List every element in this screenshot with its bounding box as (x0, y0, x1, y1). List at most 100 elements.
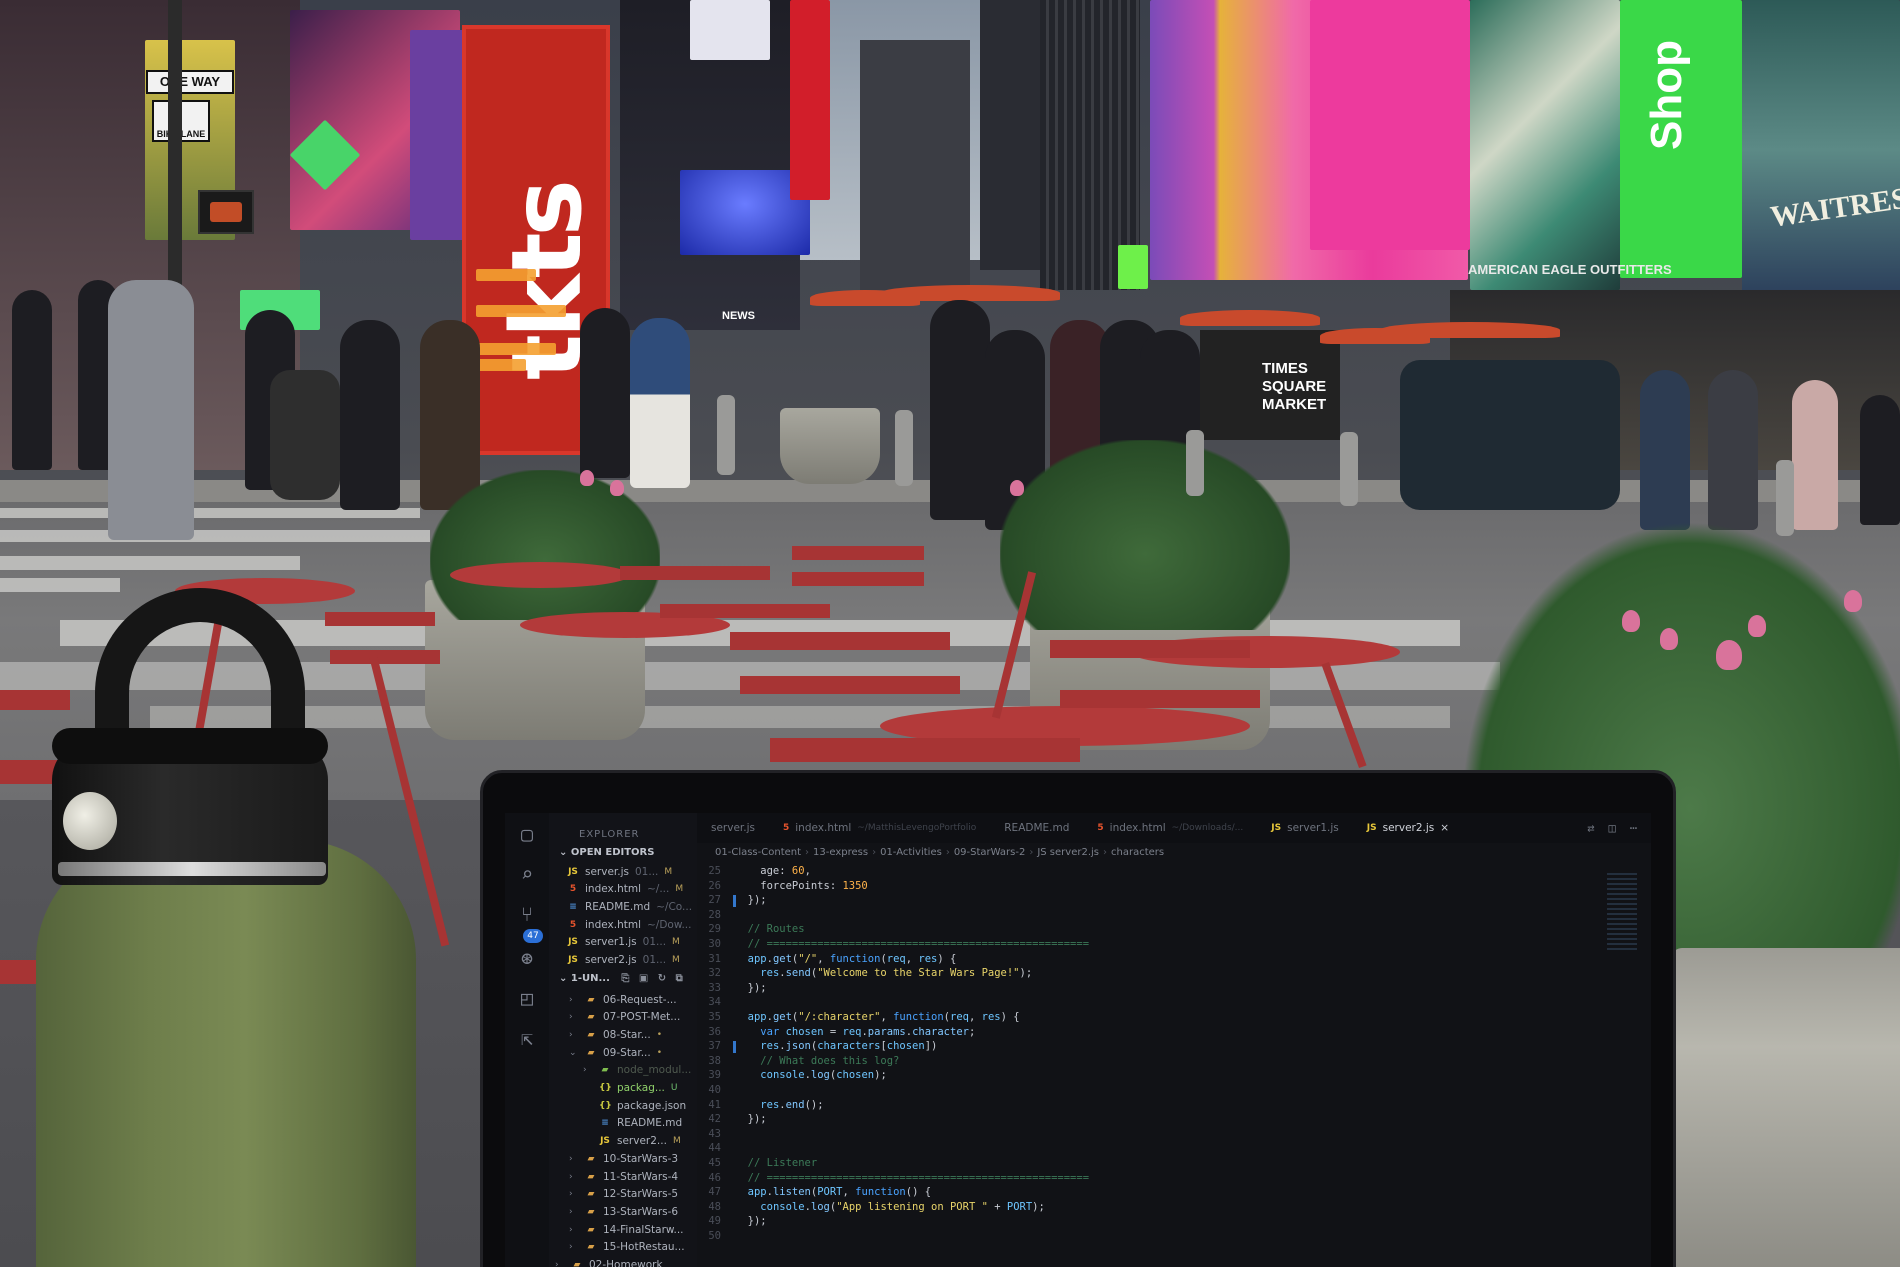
folder-item[interactable]: › ▰ 08-Star... • (569, 1026, 662, 1043)
code-line[interactable]: 40 (697, 1084, 735, 1098)
code-line[interactable]: 39 console.log(chosen); (697, 1069, 886, 1083)
code-line[interactable]: 34 (697, 996, 735, 1010)
folder-item[interactable]: › ▰ 13-StarWars-6 (569, 1203, 684, 1220)
file-item[interactable]: JS server2... M (583, 1133, 681, 1150)
code-line[interactable]: 48 console.log("App listening on PORT " … (697, 1200, 1045, 1215)
minimap[interactable] (1607, 873, 1637, 953)
stroller (270, 370, 340, 500)
chevron-icon: › (569, 1029, 573, 1040)
code-line[interactable]: 50 (697, 1230, 735, 1244)
code-line[interactable]: 35 app.get("/:character", function(req, … (697, 1011, 1019, 1025)
folder-item[interactable]: › ▰ 02-Homework (555, 1257, 669, 1267)
open-editor-item[interactable]: 5 index.html ~/... M (567, 881, 683, 898)
led-ticker (476, 359, 526, 371)
code-text: app.get("/", function(req, res) { (747, 952, 957, 965)
open-editor-item[interactable]: 5 index.html ~/Dow... (567, 916, 697, 933)
search-icon[interactable]: ⌕ (514, 861, 540, 887)
open-editors-header[interactable]: ⌄ OPEN EDITORS (559, 847, 654, 858)
breadcrumb-item[interactable]: 01-Activities (880, 847, 942, 858)
folder-icon: ▰ (587, 1224, 595, 1235)
folder-item[interactable]: › ▰ 12-StarWars-5 (569, 1186, 684, 1203)
code-line[interactable]: 41 res.end(); (697, 1099, 823, 1113)
folder-item[interactable]: › ▰ 10-StarWars-3 (569, 1150, 684, 1167)
close-icon[interactable]: × (1440, 822, 1449, 834)
remote-explorer-icon[interactable]: ⇱ (514, 1025, 540, 1051)
open-editor-item[interactable]: JS server.js 01... M (567, 863, 672, 880)
editor-tab[interactable]: 5 index.html ~/Downloads/... (1083, 822, 1257, 834)
file-item[interactable]: ≡ README.md (583, 1115, 688, 1132)
breadcrumb-item[interactable]: JS server2.js (1037, 847, 1099, 858)
line-number: 35 (708, 1011, 721, 1023)
folder-item[interactable]: › ▰ 15-HotRestau... (569, 1239, 691, 1256)
folder-icon: ▰ (573, 1260, 581, 1267)
breadcrumb-item[interactable]: 13-express (813, 847, 868, 858)
code-line[interactable]: 28 (697, 909, 735, 923)
file-item[interactable]: › ▰ node_modul... (583, 1062, 697, 1079)
code-line[interactable]: 32 res.send("Welcome to the Star Wars Pa… (697, 967, 1032, 981)
code-line[interactable]: 42 }); (697, 1113, 766, 1127)
chevron-icon: › (569, 1153, 573, 1164)
split-editor-icon[interactable]: ◫ (1609, 821, 1616, 835)
times-square-market-sign: TIMES SQUARE MARKET (1262, 360, 1327, 413)
open-editor-item[interactable]: JS server1.js 01... M (567, 934, 680, 951)
code-editor[interactable]: 25 age: 60, 26 forcePoints: 1350 27 }); 28 2… (697, 865, 1591, 1267)
code-line[interactable]: 49 }); (697, 1215, 766, 1229)
new-file-icon[interactable]: ⎘ (621, 973, 629, 984)
more-actions-icon[interactable]: ⋯ (1630, 821, 1637, 835)
refresh-icon[interactable]: ↻ (658, 973, 666, 984)
bollard (717, 395, 735, 475)
breadcrumb-item[interactable]: characters (1111, 847, 1164, 858)
open-editor-item[interactable]: JS server2.js 01... M (567, 952, 680, 969)
folder-icon: ▰ (587, 994, 595, 1005)
files-icon[interactable]: ▢ (514, 821, 540, 847)
code-line[interactable]: 38 // What does this log? (697, 1055, 899, 1069)
code-line[interactable]: 29 // Routes (697, 923, 804, 937)
code-line[interactable]: 47 app.listen(PORT, function() { (697, 1186, 931, 1200)
umbrella (880, 285, 1060, 301)
code-line[interactable]: 33 }); (697, 982, 766, 996)
new-folder-icon[interactable]: ▣ (639, 973, 648, 984)
editor-tab[interactable]: JS server1.js (1257, 822, 1353, 834)
code-line[interactable]: 27 }); (697, 894, 766, 908)
compare-icon[interactable]: ⇄ (1587, 821, 1594, 835)
code-text: console.log("App listening on PORT " + P… (760, 1200, 1045, 1213)
code-line[interactable]: 36 var chosen = req.params.character; (697, 1026, 975, 1040)
american-eagle-sign: AMERICAN EAGLE OUTFITTERS (1468, 262, 1672, 277)
file-path: 01... (642, 954, 667, 966)
code-line[interactable]: 31 app.get("/", function(req, res) { (697, 953, 956, 967)
collapse-icon[interactable]: ⧉ (676, 973, 683, 984)
breadcrumb-item[interactable]: 09-StarWars-2 (954, 847, 1026, 858)
breadcrumb-separator-icon: › (1103, 847, 1107, 858)
breadcrumb-item[interactable]: 01-Class-Content (715, 847, 801, 858)
open-editor-item[interactable]: ≡ README.md ~/Co... (567, 898, 698, 915)
code-line[interactable]: 25 age: 60, (697, 865, 811, 879)
code-line[interactable]: 30 // ==================================… (697, 938, 1089, 952)
debug-icon[interactable]: ⊛ (514, 945, 540, 971)
workspace-header[interactable]: ⌄ 1-UN... ⎘ ▣ ↻ ⧉ (559, 973, 683, 984)
code-line[interactable]: 46 // ==================================… (697, 1172, 1089, 1186)
folder-item[interactable]: ⌄ ▰ 09-Star... • (569, 1044, 662, 1061)
code-line[interactable]: 43 (697, 1128, 735, 1142)
line-number: 47 (708, 1186, 721, 1199)
chair-back (792, 572, 924, 586)
code-line[interactable]: 45 // Listener (697, 1157, 817, 1171)
folder-item[interactable]: › ▰ 07-POST-Met... (569, 1009, 686, 1026)
editor-tab[interactable]: JS server2.js × (1353, 822, 1463, 834)
extensions-icon[interactable]: ◰ (514, 985, 540, 1011)
folder-item[interactable]: › ▰ 14-FinalStarw... (569, 1221, 690, 1238)
editor-tab[interactable]: server.js (697, 822, 769, 834)
line-number: 34 (708, 996, 721, 1009)
code-line[interactable]: 26 forcePoints: 1350 (697, 880, 867, 894)
line-number: 25 (708, 865, 721, 877)
editor-tab[interactable]: 5 index.html ~/MatthisLevengoPortfolio (769, 822, 990, 834)
file-item[interactable]: {} packag... U (583, 1080, 677, 1097)
git-status-badge: M (664, 866, 673, 877)
source-control-icon[interactable]: ⑂ (514, 901, 540, 927)
file-item[interactable]: {} package.json (583, 1097, 692, 1114)
folder-item[interactable]: › ▰ 06-Request-... (569, 991, 683, 1008)
led-ticker (476, 269, 536, 281)
folder-item[interactable]: › ▰ 11-StarWars-4 (569, 1168, 684, 1185)
editor-tab[interactable]: README.md (990, 822, 1083, 834)
file-name: packag... (617, 1082, 665, 1094)
code-line[interactable]: 44 (697, 1142, 735, 1156)
